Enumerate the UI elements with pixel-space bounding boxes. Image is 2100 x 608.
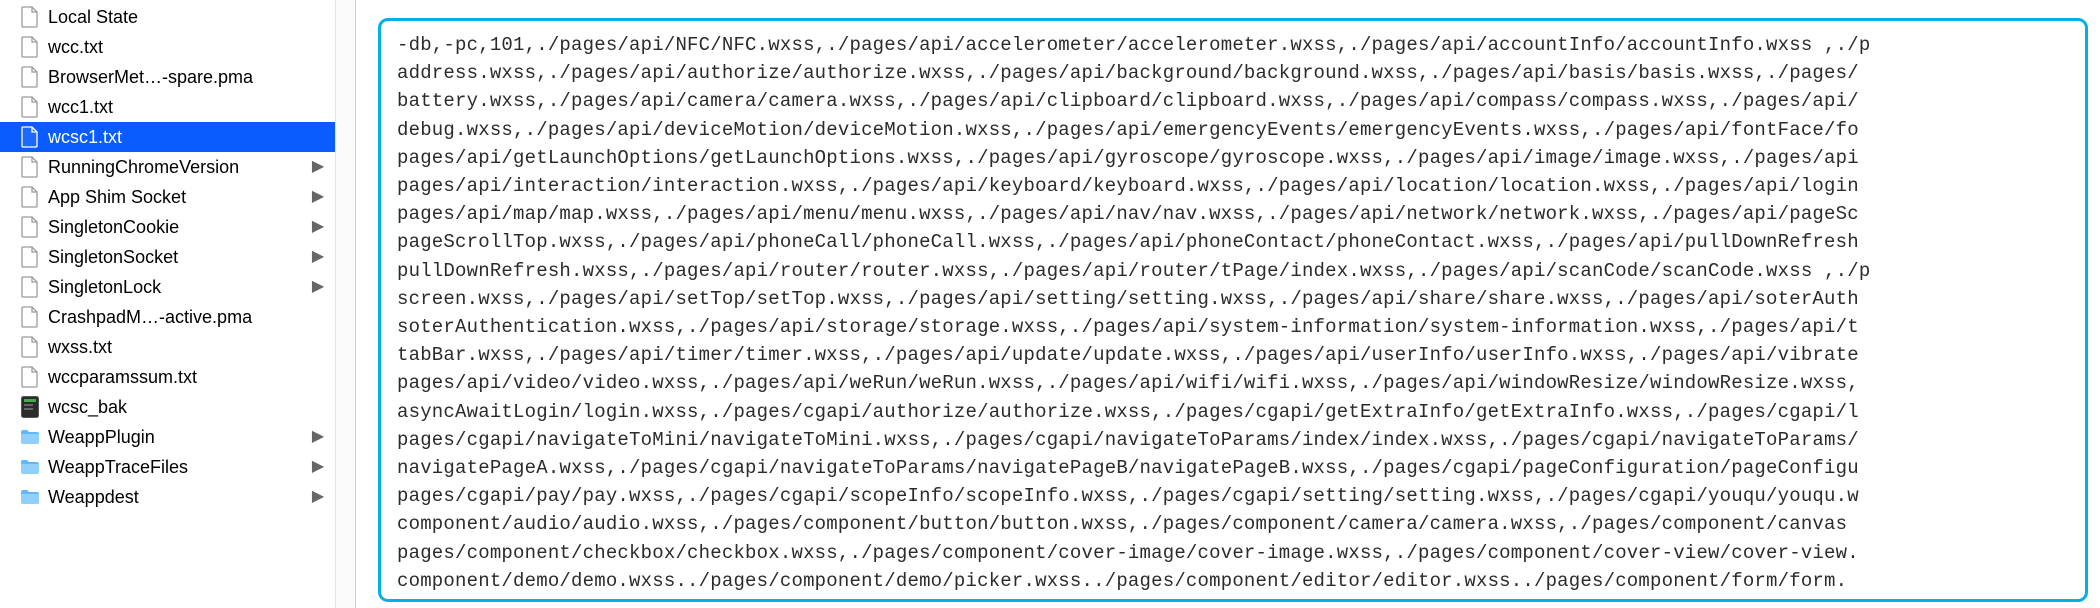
- doc-blank-icon: [20, 365, 40, 389]
- content-line: pages/component/checkbox/checkbox.wxss,.…: [397, 539, 2069, 567]
- file-list-item-label: RunningChromeVersion: [48, 152, 305, 182]
- file-list-item[interactable]: Weappdest▶: [0, 482, 335, 512]
- file-list-item[interactable]: WeappTraceFiles▶: [0, 452, 335, 482]
- chevron-right-icon: ▶: [309, 212, 327, 242]
- sidebar-scrollbar[interactable]: [335, 0, 355, 608]
- content-line: pages/api/video/video.wxss,./pages/api/w…: [397, 369, 2069, 397]
- exec-icon: [20, 395, 40, 419]
- content-line: pageScrollTop.wxss,./pages/api/phoneCall…: [397, 228, 2069, 256]
- chevron-right-icon: ▶: [309, 422, 327, 452]
- content-line: pages/api/map/map.wxss,./pages/api/menu/…: [397, 200, 2069, 228]
- file-list-item-label: wcsc1.txt: [48, 122, 327, 152]
- file-list-item[interactable]: App Shim Socket▶: [0, 182, 335, 212]
- doc-blank-icon: [20, 35, 40, 59]
- file-list-item-label: WeappPlugin: [48, 422, 305, 452]
- file-list-item-label: SingletonCookie: [48, 212, 305, 242]
- file-list-item[interactable]: wcc1.txt: [0, 92, 335, 122]
- file-list-item[interactable]: SingletonCookie▶: [0, 212, 335, 242]
- content-line: address.wxss,./pages/api/authorize/autho…: [397, 59, 2069, 87]
- doc-blank-icon: [20, 185, 40, 209]
- file-preview-pane: -db,-pc,101,./pages/api/NFC/NFC.wxss,./p…: [356, 0, 2100, 608]
- app-root: Local Statewcc.txtBrowserMet…-spare.pmaw…: [0, 0, 2100, 608]
- doc-blank-icon: [20, 125, 40, 149]
- file-list-item-label: App Shim Socket: [48, 182, 305, 212]
- file-list-item[interactable]: wxss.txt: [0, 332, 335, 362]
- content-line: tabBar.wxss,./pages/api/timer/timer.wxss…: [397, 341, 2069, 369]
- content-line: component/demo/demo.wxss../pages/compone…: [397, 567, 2069, 595]
- content-line: -db,-pc,101,./pages/api/NFC/NFC.wxss,./p…: [397, 31, 2069, 59]
- file-list-item-label: Weappdest: [48, 482, 305, 512]
- doc-blank-icon: [20, 65, 40, 89]
- doc-blank-icon: [20, 5, 40, 29]
- folder-icon: [20, 455, 40, 479]
- file-list-item-label: wcc1.txt: [48, 92, 327, 122]
- file-list-item[interactable]: SingletonSocket▶: [0, 242, 335, 272]
- file-list-item-label: wcc.txt: [48, 32, 327, 62]
- chevron-right-icon: ▶: [309, 182, 327, 212]
- chevron-right-icon: ▶: [309, 482, 327, 512]
- chevron-right-icon: ▶: [309, 272, 327, 302]
- doc-blank-icon: [20, 245, 40, 269]
- doc-blank-icon: [20, 305, 40, 329]
- content-line: pages/api/interaction/interaction.wxss,.…: [397, 172, 2069, 200]
- file-list-item[interactable]: BrowserMet…-spare.pma: [0, 62, 335, 92]
- file-list-item-label: wccparamssum.txt: [48, 362, 327, 392]
- content-line: pages/cgapi/pay/pay.wxss,./pages/cgapi/s…: [397, 482, 2069, 510]
- content-line: debug.wxss,./pages/api/deviceMotion/devi…: [397, 116, 2069, 144]
- file-list-item[interactable]: SingletonLock▶: [0, 272, 335, 302]
- file-list-item[interactable]: wcc.txt: [0, 32, 335, 62]
- chevron-right-icon: ▶: [309, 452, 327, 482]
- folder-icon: [20, 425, 40, 449]
- file-list-item-label: Local State: [48, 2, 327, 32]
- file-list-item-label: wcsc_bak: [48, 392, 327, 422]
- doc-blank-icon: [20, 335, 40, 359]
- doc-blank-icon: [20, 275, 40, 299]
- file-list-item-label: WeappTraceFiles: [48, 452, 305, 482]
- content-line: pages/cgapi/navigateToMini/navigateToMin…: [397, 426, 2069, 454]
- file-list-item[interactable]: CrashpadM…-active.pma: [0, 302, 335, 332]
- file-list-item-label: SingletonLock: [48, 272, 305, 302]
- content-line: asyncAwaitLogin/login.wxss,./pages/cgapi…: [397, 398, 2069, 426]
- chevron-right-icon: ▶: [309, 152, 327, 182]
- file-list: Local Statewcc.txtBrowserMet…-spare.pmaw…: [0, 0, 335, 608]
- file-list-sidebar: Local Statewcc.txtBrowserMet…-spare.pmaw…: [0, 0, 356, 608]
- content-line: battery.wxss,./pages/api/camera/camera.w…: [397, 87, 2069, 115]
- doc-blank-icon: [20, 95, 40, 119]
- file-content-selection[interactable]: -db,-pc,101,./pages/api/NFC/NFC.wxss,./p…: [378, 18, 2088, 602]
- file-list-item[interactable]: wcsc1.txt: [0, 122, 335, 152]
- file-list-item[interactable]: wccparamssum.txt: [0, 362, 335, 392]
- content-line: component/audio/audio.wxss,./pages/compo…: [397, 510, 2069, 538]
- doc-blank-icon: [20, 155, 40, 179]
- file-list-item-label: SingletonSocket: [48, 242, 305, 272]
- folder-icon: [20, 485, 40, 509]
- doc-blank-icon: [20, 215, 40, 239]
- content-line: navigatePageA.wxss,./pages/cgapi/navigat…: [397, 454, 2069, 482]
- file-list-item[interactable]: RunningChromeVersion▶: [0, 152, 335, 182]
- file-list-item[interactable]: wcsc_bak: [0, 392, 335, 422]
- content-line: soterAuthentication.wxss,./pages/api/sto…: [397, 313, 2069, 341]
- file-list-item-label: CrashpadM…-active.pma: [48, 302, 327, 332]
- file-list-item[interactable]: Local State: [0, 2, 335, 32]
- content-line: pages/api/getLaunchOptions/getLaunchOpti…: [397, 144, 2069, 172]
- file-list-item-label: wxss.txt: [48, 332, 327, 362]
- file-list-item-label: BrowserMet…-spare.pma: [48, 62, 327, 92]
- content-line: screen.wxss,./pages/api/setTop/setTop.wx…: [397, 285, 2069, 313]
- chevron-right-icon: ▶: [309, 242, 327, 272]
- content-line: pullDownRefresh.wxss,./pages/api/router/…: [397, 257, 2069, 285]
- file-list-item[interactable]: WeappPlugin▶: [0, 422, 335, 452]
